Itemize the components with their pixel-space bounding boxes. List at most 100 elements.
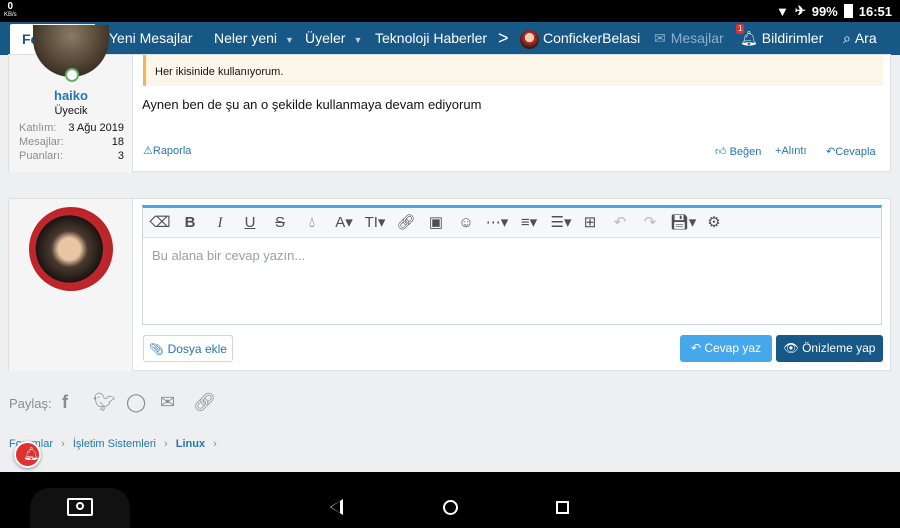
more-options-icon[interactable]: ⋯▾: [483, 208, 511, 238]
breadcrumb-item[interactable]: İşletim Sistemleri: [73, 438, 156, 450]
search-button[interactable]: ⌕ Ara: [843, 22, 877, 55]
reply-label: Cevapla: [835, 146, 876, 158]
recents-icon[interactable]: [556, 501, 569, 514]
bold-icon[interactable]: B: [179, 208, 201, 238]
undo-icon[interactable]: ↶: [609, 208, 631, 238]
twitter-icon[interactable]: 🐦︎: [93, 392, 116, 413]
wifi-icon: ▼: [775, 3, 789, 19]
like-button[interactable]: 👍︎ Beğen: [715, 145, 761, 158]
italic-icon[interactable]: I: [209, 208, 231, 238]
network-speed: 0 KB/s: [4, 2, 17, 20]
preview-label: Önizleme yap: [802, 341, 876, 355]
reply-card: ⌫ B I U S 💧︎ A▾ TI▾ 🔗︎ ▣ ☺ ⋯▾ ≡▾ ☰▾ ⊞ ↶ …: [8, 198, 891, 371]
user-title: Üyecik: [54, 105, 88, 117]
points-value: 3: [117, 150, 124, 162]
tab-new-posts[interactable]: Yeni Mesajlar: [109, 22, 193, 55]
quote-button[interactable]: +Alıntı: [775, 145, 807, 157]
back-icon-inner: [331, 501, 340, 513]
alerts-badge: 1: [736, 24, 745, 34]
user-menu-label: ConfickerBelasi: [543, 30, 641, 46]
reply-button[interactable]: ↶Cevapla: [826, 145, 876, 158]
tab-whats-new-label: Neler yeni: [214, 30, 278, 46]
notification-bell-icon[interactable]: 🔔︎: [14, 441, 41, 468]
drafts-icon[interactable]: 💾︎▾: [669, 208, 697, 238]
battery-icon: [843, 4, 853, 18]
messages-label: Mesajlar: [670, 30, 724, 46]
status-bar: 0 KB/s ▼ ✈ 99% 16:51: [0, 0, 900, 22]
reply-input[interactable]: Bu alana bir cevap yazın...: [152, 248, 305, 263]
reply-icon: ↶: [826, 146, 836, 158]
warning-icon: ⚠: [143, 145, 153, 157]
speed-value: 0: [7, 1, 14, 12]
breadcrumb-item[interactable]: Linux: [176, 438, 205, 450]
report-label: Raporla: [152, 145, 192, 157]
font-size-icon[interactable]: TI▾: [361, 208, 389, 238]
clear-format-icon[interactable]: ⌫: [147, 208, 173, 238]
quote-text: Her ikisinide kullanıyorum.: [155, 66, 284, 78]
home-icon[interactable]: [443, 500, 458, 515]
attach-file-button[interactable]: 📎︎ Dosya ekle: [143, 335, 233, 362]
email-icon[interactable]: ✉: [160, 392, 175, 413]
chevron-right-icon: ›: [61, 438, 65, 450]
quote-label: Alıntı: [781, 145, 807, 157]
post-username[interactable]: haiko: [9, 88, 133, 103]
messages-count-label: Mesajlar:: [19, 136, 64, 148]
user-menu[interactable]: ConfickerBelasi: [520, 22, 640, 55]
align-icon[interactable]: ≡▾: [515, 208, 543, 238]
facebook-icon[interactable]: f: [62, 392, 68, 413]
editor: ⌫ B I U S 💧︎ A▾ TI▾ 🔗︎ ▣ ☺ ⋯▾ ≡▾ ☰▾ ⊞ ↶ …: [142, 205, 882, 325]
like-label: Beğen: [729, 146, 762, 158]
share-label: Paylaş:: [9, 396, 52, 411]
joined-label: Katılım:: [19, 122, 57, 134]
avatar[interactable]: [29, 207, 113, 291]
tab-members[interactable]: Üyeler ▼: [305, 22, 362, 55]
text-color-icon[interactable]: 💧︎: [301, 208, 323, 238]
redo-icon[interactable]: ↷: [639, 208, 661, 238]
nav-more-button[interactable]: >: [498, 22, 509, 55]
gear-icon[interactable]: ⚙: [703, 208, 725, 238]
chevron-down-icon: ▼: [353, 35, 363, 45]
report-link[interactable]: ⚠Raporla: [143, 144, 191, 157]
tab-members-label: Üyeler: [305, 30, 346, 46]
paperclip-icon: 📎︎: [149, 342, 165, 356]
image-icon[interactable]: ▣: [425, 208, 447, 238]
speed-unit: KB/s: [4, 12, 17, 18]
attach-file-label: Dosya ekle: [167, 342, 227, 356]
bell-icon: 🔔︎: [23, 446, 40, 461]
points-label: Puanları:: [19, 150, 64, 162]
list-icon[interactable]: ☰▾: [547, 208, 575, 238]
underline-icon[interactable]: U: [239, 208, 261, 238]
font-family-icon[interactable]: A▾: [331, 208, 357, 238]
thumbs-up-icon: 👍︎: [715, 146, 727, 158]
eye-icon: 👁︎: [783, 341, 799, 355]
link-icon[interactable]: 🔗︎: [395, 208, 417, 238]
submit-reply-button[interactable]: ↶ Cevap yaz: [680, 335, 772, 362]
search-label: Ara: [854, 30, 877, 46]
forum-navbar: Forumlar ▼ Yeni Mesajlar Neler yeni▼ Üye…: [0, 22, 900, 55]
table-icon[interactable]: ⊞: [579, 208, 601, 238]
messages-count-value: 18: [111, 136, 124, 148]
post-body: Aynen ben de şu an o şekilde kullanmaya …: [142, 97, 482, 112]
tab-whats-new[interactable]: Neler yeni ▼: [214, 22, 294, 55]
tab-tech-news-label: Teknoloji Haberleri: [375, 30, 487, 46]
link-icon[interactable]: 🔗︎: [193, 392, 216, 413]
camera-icon: [67, 498, 93, 516]
system-navbar: [0, 472, 900, 528]
alerts-label: Bildirimler: [761, 30, 824, 46]
bell-icon: 🔔︎ 1: [736, 24, 758, 46]
preview-button[interactable]: 👁︎ Önizleme yap: [776, 335, 883, 362]
status-right: ▼ ✈ 99% 16:51: [776, 3, 892, 19]
messages-button[interactable]: ✉ Mesajlar: [654, 22, 724, 55]
envelope-icon: ✉: [654, 30, 666, 46]
strikethrough-icon[interactable]: S: [269, 208, 291, 238]
alerts-button[interactable]: 🔔︎ 1 Bildirimler: [736, 22, 824, 55]
smiley-icon[interactable]: ☺: [455, 208, 477, 238]
quote-block: Her ikisinide kullanıyorum.: [143, 55, 883, 86]
tab-tech-news[interactable]: Teknoloji Haberleri: [375, 22, 487, 55]
submit-reply-label: Cevap yaz: [704, 341, 762, 355]
battery-percent: 99%: [811, 3, 838, 19]
airplane-icon: ✈: [794, 3, 806, 18]
whatsapp-icon[interactable]: ◯: [126, 392, 146, 413]
editor-toolbar: ⌫ B I U S 💧︎ A▾ TI▾ 🔗︎ ▣ ☺ ⋯▾ ≡▾ ☰▾ ⊞ ↶ …: [143, 208, 881, 238]
page-content: haiko Üyecik Katılım: 3 Ağu 2019 Mesajla…: [0, 25, 900, 472]
